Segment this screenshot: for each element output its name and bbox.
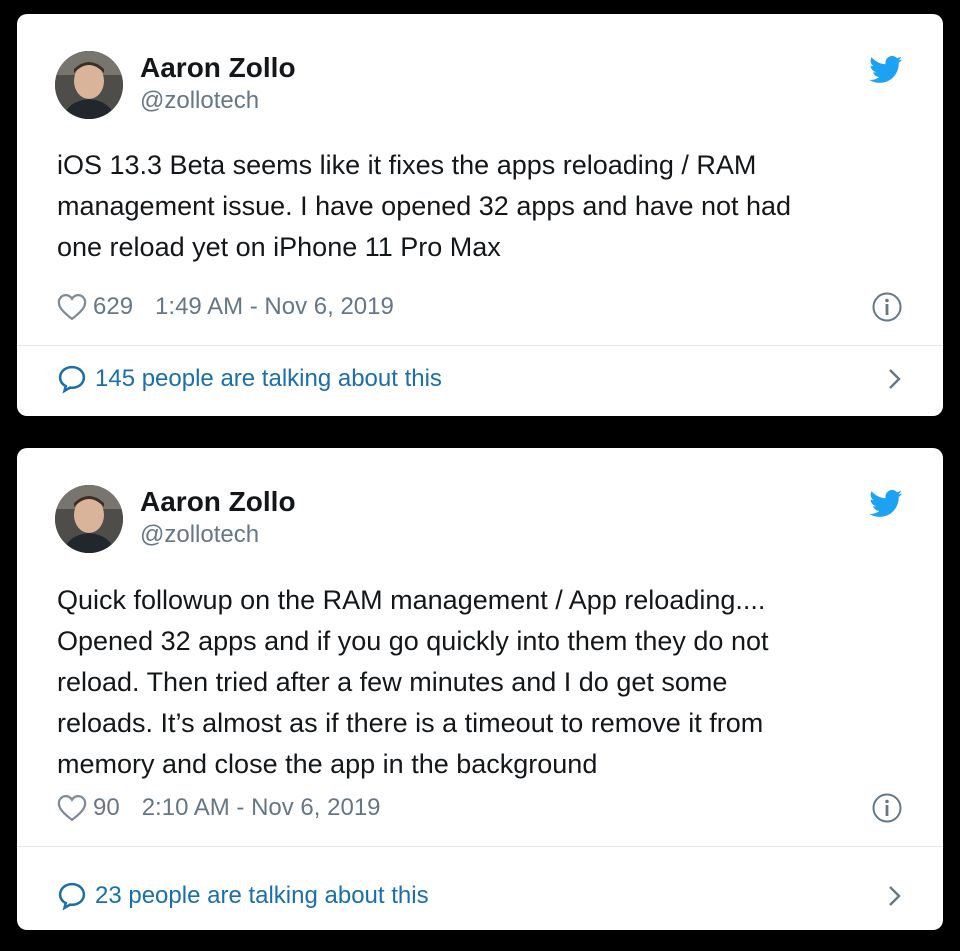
tweet-text-line: memory and close the app in the backgrou… — [57, 749, 598, 779]
tweet-text-line: one reload yet on iPhone 11 Pro Max — [57, 232, 501, 262]
author-handle[interactable]: @zollotech — [140, 521, 259, 549]
tweet-text-line: Quick followup on the RAM management / A… — [57, 585, 766, 615]
divider — [17, 345, 943, 346]
tweet-card: Aaron Zollo @zollotech iOS 13.3 Beta see… — [17, 14, 943, 416]
info-icon[interactable] — [871, 291, 903, 323]
talking-about-link[interactable]: 23 people are talking about this — [57, 876, 903, 916]
timestamp[interactable]: 2:10 AM - Nov 6, 2019 — [142, 794, 381, 822]
talking-about-text[interactable]: 23 people are talking about this — [95, 882, 429, 910]
heart-icon[interactable] — [57, 794, 87, 822]
author-name[interactable]: Aaron Zollo — [140, 486, 296, 518]
twitter-bird-icon[interactable] — [869, 56, 903, 84]
tweet-text-line: iOS 13.3 Beta seems like it fixes the ap… — [57, 150, 757, 180]
tweet-text-line: management issue. I have opened 32 apps … — [57, 191, 792, 221]
tweet-text: Quick followup on the RAM management / A… — [57, 580, 897, 785]
heart-icon[interactable] — [57, 293, 87, 321]
tweet-card: Aaron Zollo @zollotech Quick followup on… — [17, 448, 943, 930]
like-count: 629 — [93, 293, 134, 320]
speech-bubble-icon — [58, 365, 86, 394]
talking-about-text[interactable]: 145 people are talking about this — [95, 365, 442, 393]
info-icon[interactable] — [871, 792, 903, 824]
author-handle[interactable]: @zollotech — [140, 87, 259, 115]
avatar[interactable] — [55, 51, 123, 119]
tweet-text-line: reloads. It’s almost as if there is a ti… — [57, 708, 764, 738]
author-name[interactable]: Aaron Zollo — [140, 52, 296, 84]
twitter-bird-icon[interactable] — [869, 490, 903, 518]
tweet-meta: 629 1:49 AM - Nov 6, 2019 — [57, 291, 394, 323]
speech-bubble-icon — [58, 882, 86, 911]
talking-about-link[interactable]: 145 people are talking about this — [57, 359, 903, 399]
tweet-text: iOS 13.3 Beta seems like it fixes the ap… — [57, 145, 897, 268]
timestamp[interactable]: 1:49 AM - Nov 6, 2019 — [155, 293, 394, 321]
tweet-text-line: reload. Then tried after a few minutes a… — [57, 667, 728, 697]
tweet-meta: 90 2:10 AM - Nov 6, 2019 — [57, 792, 381, 824]
avatar[interactable] — [55, 485, 123, 553]
chevron-right-icon[interactable] — [887, 884, 903, 908]
chevron-right-icon[interactable] — [887, 367, 903, 391]
divider — [17, 846, 943, 847]
like-count: 90 — [93, 794, 120, 821]
tweet-text-line: Opened 32 apps and if you go quickly int… — [57, 626, 769, 656]
